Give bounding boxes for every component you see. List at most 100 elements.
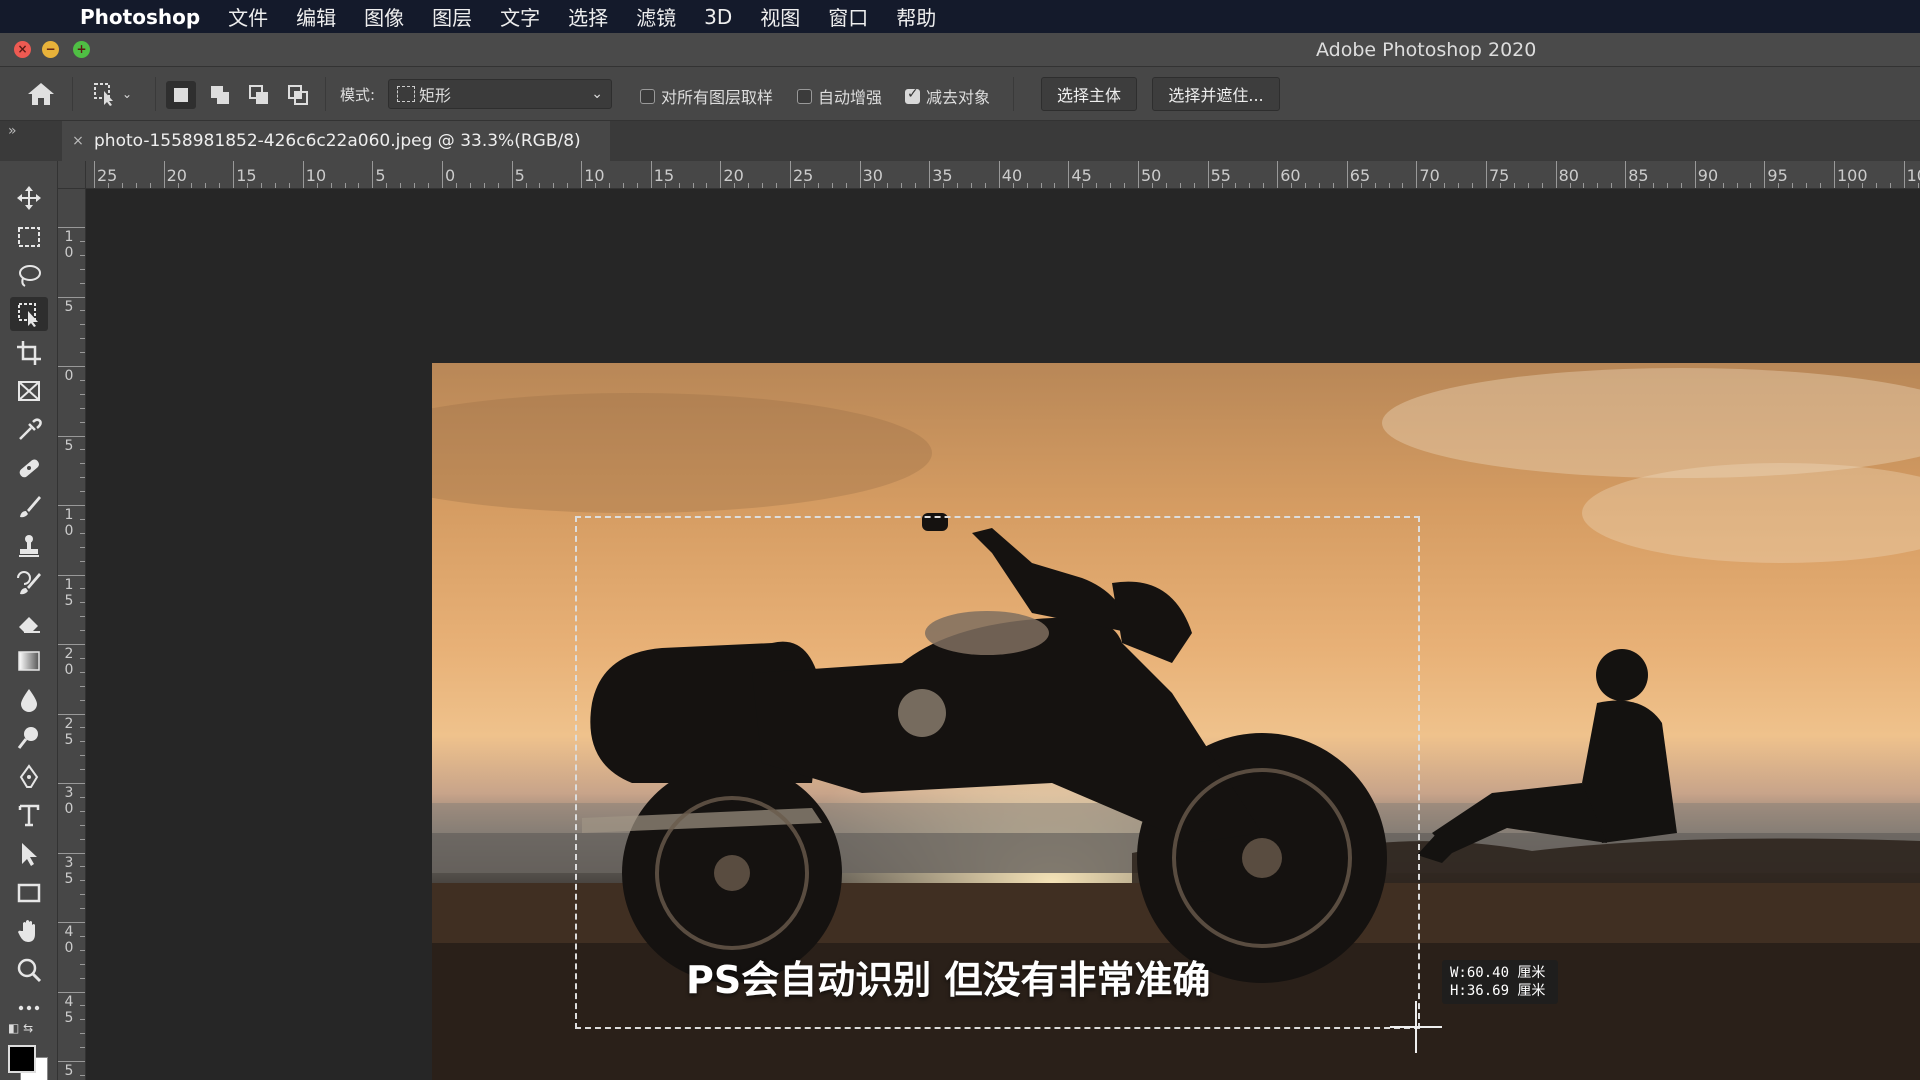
default-colors-icon[interactable]: ◧ ⇆ <box>8 1021 33 1035</box>
menu-filter[interactable]: 滤镜 <box>636 2 676 31</box>
ruler-tick <box>372 161 374 188</box>
ruler-label: 45 <box>1071 166 1092 185</box>
home-icon[interactable] <box>26 81 56 107</box>
subtract-object-checkbox[interactable]: 减去对象 <box>905 84 990 108</box>
menu-select[interactable]: 选择 <box>568 2 608 31</box>
marquee-tool-icon[interactable] <box>10 220 48 254</box>
type-tool-icon[interactable] <box>10 798 48 832</box>
ruler-label: 90 <box>1697 166 1719 185</box>
history-brush-tool-icon[interactable] <box>10 567 48 601</box>
clone-stamp-tool-icon[interactable] <box>10 529 48 563</box>
foreground-color-swatch[interactable] <box>8 1045 36 1073</box>
ruler-minor-tick <box>1263 183 1265 188</box>
select-subject-button[interactable]: 选择主体 <box>1041 77 1137 111</box>
ruler-minor-tick <box>553 183 555 188</box>
ruler-tick <box>58 852 85 854</box>
ruler-corner <box>58 161 86 189</box>
ruler-minor-tick <box>80 1074 85 1076</box>
intersect-selection-button[interactable] <box>283 81 313 109</box>
horizontal-ruler[interactable]: 25 20 15 10 5 0 5 10 15 20 25 30 35 40 45 50 55 60 65 70 75 8… <box>58 161 1920 189</box>
ruler-label: 5 <box>375 166 386 185</box>
more-tools-icon[interactable] <box>10 991 48 1025</box>
close-tab-icon[interactable]: × <box>62 133 94 149</box>
zoom-window-button[interactable]: + <box>73 41 90 58</box>
ruler-label: 10 <box>1906 166 1920 185</box>
ruler-minor-tick <box>80 449 85 451</box>
ruler-minor-tick <box>817 183 819 188</box>
ruler-tick <box>58 227 85 228</box>
ruler-minor-tick <box>80 685 85 687</box>
ruler-label: 30 <box>64 785 74 817</box>
mode-select[interactable]: 矩形 ⌄ <box>388 79 612 109</box>
pen-tool-icon[interactable] <box>10 760 48 794</box>
ruler-label: 40 <box>64 924 74 956</box>
frame-tool-icon[interactable] <box>10 374 48 408</box>
eraser-tool-icon[interactable] <box>10 606 48 640</box>
vertical-ruler[interactable]: 10 5 0 5 10 15 20 25 30 35 40 45 5 <box>58 189 86 1080</box>
ruler-minor-tick <box>121 183 123 188</box>
ruler-minor-tick <box>80 254 85 256</box>
ruler-tick <box>1416 161 1418 188</box>
ruler-minor-tick <box>845 183 847 188</box>
ruler-label: 35 <box>932 166 953 185</box>
ruler-minor-tick <box>386 183 388 188</box>
menu-edit[interactable]: 编辑 <box>296 2 336 31</box>
ruler-minor-tick <box>1722 183 1724 188</box>
ruler-label: 0 <box>445 166 456 185</box>
healing-brush-tool-icon[interactable] <box>10 451 48 485</box>
eyedropper-tool-icon[interactable] <box>10 413 48 447</box>
menu-window[interactable]: 窗口 <box>828 2 868 31</box>
ruler-tick <box>929 161 931 188</box>
ruler-tick <box>1068 161 1070 188</box>
dodge-tool-icon[interactable] <box>10 721 48 755</box>
tool-preset-picker[interactable]: ⌄ <box>92 81 136 107</box>
new-selection-button[interactable] <box>166 81 196 109</box>
auto-enhance-checkbox[interactable]: 自动增强 <box>797 84 882 108</box>
ruler-minor-tick <box>1124 183 1126 188</box>
document-tab[interactable]: × photo-1558981852-426c6c22a060.jpeg @ 3… <box>62 121 610 161</box>
brush-tool-icon[interactable] <box>10 490 48 524</box>
close-window-button[interactable]: × <box>14 41 31 58</box>
ruler-minor-tick <box>80 838 85 840</box>
ruler-minor-tick <box>358 183 360 188</box>
menu-view[interactable]: 视图 <box>760 2 800 31</box>
menu-3d[interactable]: 3D <box>704 5 732 29</box>
gradient-tool-icon[interactable] <box>10 644 48 678</box>
ruler-minor-tick <box>1666 183 1668 188</box>
lasso-tool-icon[interactable] <box>10 259 48 293</box>
ruler-minor-tick <box>80 699 85 701</box>
menu-file[interactable]: 文件 <box>228 2 268 31</box>
app-menu[interactable]: Photoshop <box>80 5 200 29</box>
ruler-tick <box>859 161 861 188</box>
ruler-minor-tick <box>80 477 85 479</box>
menu-type[interactable]: 文字 <box>500 2 540 31</box>
ruler-label: 10 <box>305 166 327 185</box>
collapse-panels-icon[interactable]: » <box>8 123 17 139</box>
menu-image[interactable]: 图像 <box>364 2 404 31</box>
ruler-tick <box>442 161 443 188</box>
rectangle-tool-icon[interactable] <box>10 876 48 910</box>
zoom-tool-icon[interactable] <box>10 953 48 987</box>
add-to-selection-button[interactable] <box>205 81 235 109</box>
ruler-minor-tick <box>80 282 85 284</box>
minimize-window-button[interactable]: − <box>42 41 59 58</box>
ruler-minor-tick <box>80 1005 85 1007</box>
canvas-area[interactable]: PS会自动识别 但没有非常准确 W:60.40 厘米 H:36.69 厘米 <box>86 189 1920 1080</box>
sample-all-layers-checkbox[interactable]: 对所有图层取样 <box>640 84 773 108</box>
menu-layer[interactable]: 图层 <box>432 2 472 31</box>
path-selection-tool-icon[interactable] <box>10 837 48 871</box>
select-and-mask-button[interactable]: 选择并遮住... <box>1152 77 1280 111</box>
subtract-from-selection-button[interactable] <box>244 81 274 109</box>
ruler-minor-tick <box>80 630 85 632</box>
crop-tool-icon[interactable] <box>10 336 48 370</box>
ruler-minor-tick <box>706 183 708 188</box>
hand-tool-icon[interactable] <box>10 914 48 948</box>
ruler-minor-tick <box>1611 183 1613 188</box>
ruler-tick <box>58 922 85 923</box>
object-selection-tool-icon[interactable] <box>10 297 48 331</box>
blur-tool-icon[interactable] <box>10 683 48 717</box>
ruler-label: 80 <box>1558 166 1579 185</box>
move-tool-icon[interactable] <box>10 181 48 215</box>
menu-help[interactable]: 帮助 <box>896 2 936 31</box>
ruler-minor-tick <box>80 1033 85 1035</box>
